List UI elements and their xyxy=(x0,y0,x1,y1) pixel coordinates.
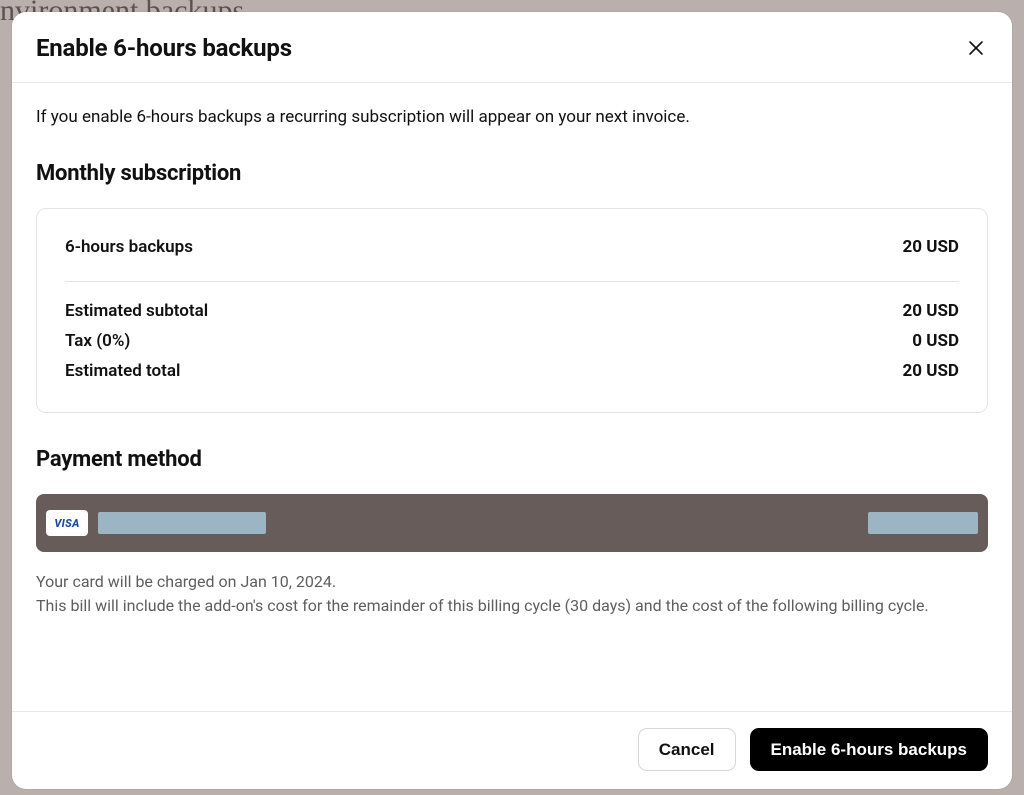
cancel-button[interactable]: Cancel xyxy=(638,728,736,771)
tax-label: Tax (0%) xyxy=(65,331,130,351)
total-label: Estimated total xyxy=(65,361,180,381)
payment-section-title: Payment method xyxy=(36,447,988,472)
total-value: 20 USD xyxy=(903,361,959,381)
visa-icon: VISA xyxy=(46,510,88,536)
charge-date-text: Your card will be charged on Jan 10, 202… xyxy=(36,572,336,591)
payment-method-card[interactable]: VISA xyxy=(36,494,988,552)
subscription-card: 6-hours backups 20 USD Estimated subtota… xyxy=(36,208,988,413)
tax-row: Tax (0%) 0 USD xyxy=(65,326,959,356)
subtotal-label: Estimated subtotal xyxy=(65,301,208,321)
line-item-label: 6-hours backups xyxy=(65,237,193,257)
charge-notice: Your card will be charged on Jan 10, 202… xyxy=(36,570,988,618)
billing-cycle-text: This bill will include the add-on's cost… xyxy=(36,596,929,615)
close-icon xyxy=(968,40,984,56)
modal-title: Enable 6-hours backups xyxy=(36,34,292,62)
confirm-enable-button[interactable]: Enable 6-hours backups xyxy=(750,728,989,771)
tax-value: 0 USD xyxy=(912,331,959,351)
enable-backups-modal: Enable 6-hours backups If you enable 6-h… xyxy=(12,12,1012,789)
subscription-section-title: Monthly subscription xyxy=(36,161,988,186)
divider xyxy=(65,281,959,282)
line-item-value: 20 USD xyxy=(903,237,959,257)
payment-method-left: VISA xyxy=(46,510,266,536)
card-expiry-redacted xyxy=(868,512,978,534)
close-button[interactable] xyxy=(964,36,988,60)
subtotal-value: 20 USD xyxy=(903,301,959,321)
modal-footer: Cancel Enable 6-hours backups xyxy=(12,711,1012,789)
total-row: Estimated total 20 USD xyxy=(65,356,959,386)
card-number-redacted xyxy=(98,512,266,534)
line-item-row: 6-hours backups 20 USD xyxy=(65,231,959,263)
intro-text: If you enable 6-hours backups a recurrin… xyxy=(36,107,988,127)
subtotal-row: Estimated subtotal 20 USD xyxy=(65,296,959,326)
modal-header: Enable 6-hours backups xyxy=(12,12,1012,83)
modal-body: If you enable 6-hours backups a recurrin… xyxy=(12,83,1012,711)
